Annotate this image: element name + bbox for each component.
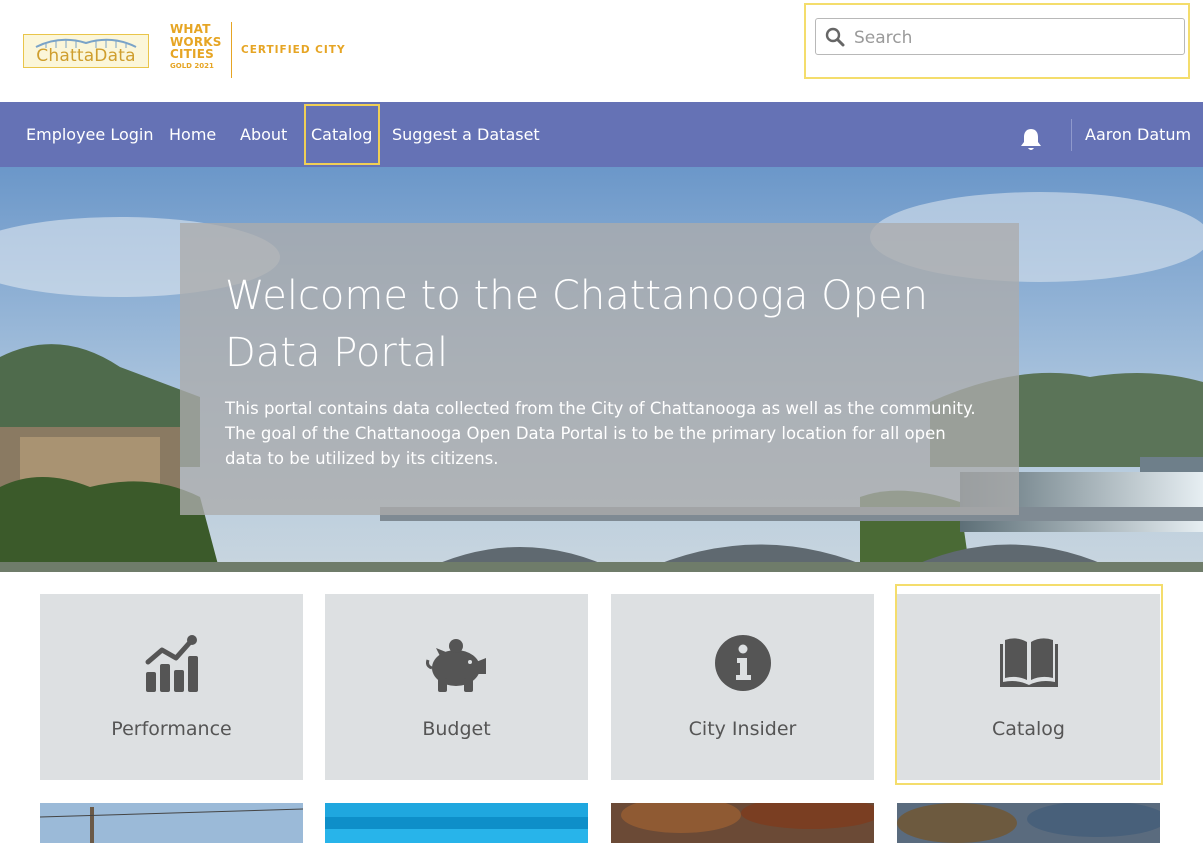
wwc-line-1: WHAT — [170, 22, 211, 36]
thumbnail-3-image — [611, 803, 874, 843]
tile-city-insider-icon-wrap — [611, 634, 874, 696]
piggy-bank-icon — [425, 639, 486, 692]
tile-city-insider-label: City Insider — [688, 718, 797, 740]
catalog-highlight-box — [304, 104, 380, 165]
nav-home[interactable]: Home — [169, 102, 216, 167]
logo-divider — [231, 22, 232, 78]
chattadata-logo[interactable]: ChattaData — [23, 34, 149, 68]
thumbnail-1-image — [40, 803, 303, 843]
thumbnail-2[interactable] — [325, 803, 588, 843]
nav-about[interactable]: About — [240, 102, 287, 167]
search-box[interactable] — [815, 18, 1185, 55]
search-icon — [825, 27, 845, 47]
tile-performance-label: Performance — [111, 718, 232, 740]
nav-employee-login[interactable]: Employee Login — [26, 102, 154, 167]
thumbnail-2-image — [325, 803, 588, 843]
tile-city-insider[interactable]: City Insider — [611, 594, 874, 780]
hero-title: Welcome to the Chattanooga Open Data Por… — [225, 273, 928, 376]
nav-suggest-dataset[interactable]: Suggest a Dataset — [392, 102, 540, 167]
certified-city-label: CERTIFIED CITY — [241, 44, 346, 56]
tile-performance-icon-wrap — [40, 634, 303, 696]
user-menu[interactable]: Aaron Datum — [1085, 102, 1191, 167]
logo-text: ChattaData — [36, 46, 136, 66]
thumbnail-1[interactable] — [40, 803, 303, 843]
tile-budget-label: Budget — [422, 718, 491, 740]
thumbnail-4-image — [897, 803, 1160, 843]
what-works-cities-logo: WHAT WORKS CITIES GOLD 2021 — [170, 23, 230, 70]
search-input[interactable] — [852, 22, 1176, 53]
tile-budget-icon-wrap — [325, 634, 588, 696]
hero-description: This portal contains data collected from… — [225, 399, 976, 468]
thumbnail-4[interactable] — [897, 803, 1160, 843]
info-icon — [714, 635, 771, 691]
catalog-tile-highlight-box — [895, 584, 1163, 785]
tile-budget[interactable]: Budget — [325, 594, 588, 780]
thumbnail-3[interactable] — [611, 803, 874, 843]
tile-performance[interactable]: Performance — [40, 594, 303, 780]
wwc-gold-label: GOLD 2021 — [170, 61, 214, 70]
wwc-line-3: CITIES — [170, 47, 214, 61]
nav-divider — [1071, 119, 1072, 151]
site-header: ChattaData WHAT WORKS CITIES GOLD 2021 C… — [0, 0, 1203, 102]
chart-icon — [145, 635, 198, 692]
bell-icon[interactable] — [1019, 127, 1043, 153]
